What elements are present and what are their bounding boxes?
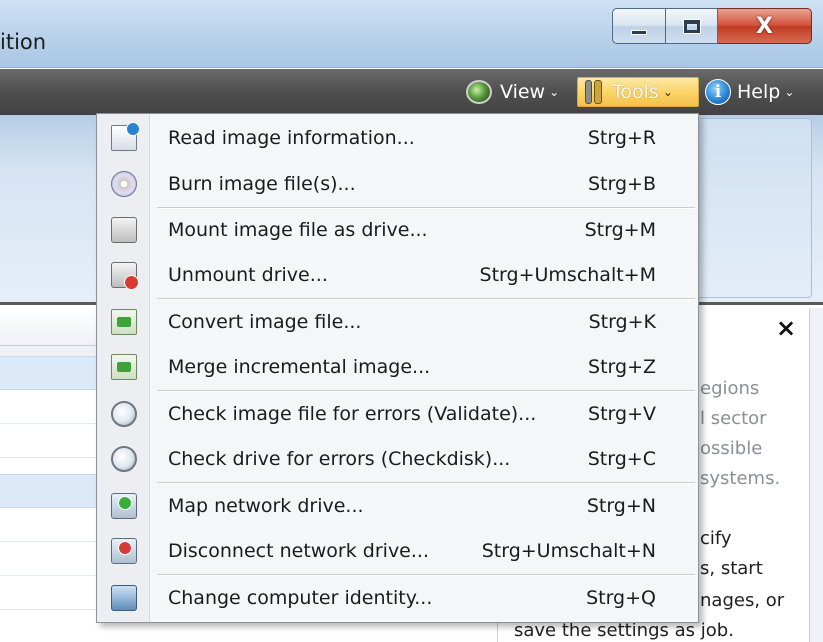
menu-item-label: Change computer identity... (168, 587, 433, 609)
validate-icon (111, 401, 137, 427)
menu-item-label: Check drive for errors (Checkdisk)... (168, 448, 511, 470)
mount-drive-icon (111, 217, 137, 243)
menu-item-merge-incremental-image[interactable]: Merge incremental image... Strg+Z (97, 349, 698, 387)
tools-icon (580, 78, 608, 106)
menu-item-unmount-drive[interactable]: Unmount drive... Strg+Umschalt+M (97, 257, 698, 295)
merge-icon (111, 354, 137, 380)
view-icon (466, 80, 492, 104)
info-text-line: s, start (700, 558, 763, 579)
info-text-line: save the settings as job. (514, 620, 734, 641)
menu-item-read-image-information[interactable]: Read image information... Strg+R (97, 120, 698, 158)
close-icon: X (756, 13, 773, 39)
menu-item-label: Read image information... (168, 127, 415, 149)
info-panel-close-button[interactable]: × (776, 314, 796, 342)
tools-label: Tools (612, 81, 659, 103)
menu-item-label: Merge incremental image... (168, 356, 431, 378)
menu-item-map-network-drive[interactable]: Map network drive... Strg+N (97, 488, 698, 526)
info-text-line: ossible (700, 438, 763, 459)
menu-separator (157, 298, 695, 300)
info-text-line: cify (700, 528, 732, 549)
menu-item-label: Mount image file as drive... (168, 219, 428, 241)
menu-item-shortcut: Strg+C (587, 448, 656, 470)
menu-item-checkdisk[interactable]: Check drive for errors (Checkdisk)... St… (97, 441, 698, 479)
menu-item-label: Convert image file... (168, 311, 362, 333)
menu-separator (157, 207, 695, 209)
ribbon-group (696, 118, 812, 298)
menu-item-label: Burn image file(s)... (168, 173, 356, 195)
window-title: ition (0, 30, 47, 54)
minimize-icon (631, 29, 647, 35)
help-menu-button[interactable]: i Help ⌄ (705, 77, 794, 107)
disconnect-network-drive-icon (111, 538, 137, 564)
menu-item-label: Check image file for errors (Validate)..… (168, 403, 537, 425)
menu-item-label: Unmount drive... (168, 264, 328, 286)
menu-item-label: Disconnect network drive... (168, 540, 429, 562)
convert-icon (111, 309, 137, 335)
maximize-icon (682, 18, 701, 34)
menu-item-label: Map network drive... (168, 495, 364, 517)
map-network-drive-icon (111, 493, 137, 519)
maximize-button[interactable] (666, 8, 718, 44)
menu-item-shortcut: Strg+Q (586, 587, 656, 609)
info-text-line: egions (700, 378, 760, 399)
menu-separator (157, 390, 695, 392)
checkdisk-icon (111, 446, 137, 472)
menu-item-shortcut: Strg+V (588, 403, 656, 425)
menu-item-shortcut: Strg+K (588, 311, 656, 333)
chevron-down-icon: ⌄ (549, 85, 560, 99)
menu-item-disconnect-network-drive[interactable]: Disconnect network drive... Strg+Umschal… (97, 533, 698, 571)
menu-item-mount-image-file[interactable]: Mount image file as drive... Strg+M (97, 212, 698, 250)
menu-item-shortcut: Strg+Umschalt+M (479, 264, 656, 286)
help-icon: i (705, 79, 731, 105)
chevron-down-icon: ⌄ (662, 85, 673, 99)
help-label: Help (737, 81, 781, 103)
menu-item-shortcut: Strg+Umschalt+N (481, 540, 656, 562)
menu-item-shortcut: Strg+M (584, 219, 656, 241)
menu-separator (157, 574, 695, 576)
menu-item-shortcut: Strg+B (587, 173, 656, 195)
unmount-drive-icon (111, 262, 139, 290)
computer-identity-icon (111, 585, 137, 611)
menu-item-burn-image-files[interactable]: Burn image file(s)... Strg+B (97, 166, 698, 204)
info-text-line: nages, or (700, 590, 785, 611)
info-text-line: systems. (700, 468, 781, 489)
info-text-line: l sector (700, 408, 767, 429)
minimize-button[interactable] (612, 8, 666, 44)
view-label: View (500, 81, 546, 103)
disc-burn-icon (111, 171, 137, 197)
close-window-button[interactable]: X (718, 8, 812, 44)
window-title-bar: ition X (0, 0, 823, 68)
document-info-icon (111, 122, 140, 151)
chevron-down-icon: ⌄ (784, 85, 795, 99)
view-menu-button[interactable]: View ⌄ (466, 77, 559, 107)
menu-item-change-computer-identity[interactable]: Change computer identity... Strg+Q (97, 580, 698, 618)
menu-item-shortcut: Strg+N (586, 495, 656, 517)
menu-item-validate-image[interactable]: Check image file for errors (Validate)..… (97, 396, 698, 434)
menu-item-shortcut: Strg+Z (588, 356, 656, 378)
tools-menu-button[interactable]: Tools ⌄ (577, 77, 699, 107)
menu-separator (157, 482, 695, 484)
tools-dropdown-menu: Read image information... Strg+R Burn im… (96, 113, 699, 623)
main-toolbar: View ⌄ Tools ⌄ i Help ⌄ (0, 69, 823, 115)
menu-item-shortcut: Strg+R (587, 127, 656, 149)
menu-item-convert-image-file[interactable]: Convert image file... Strg+K (97, 304, 698, 342)
